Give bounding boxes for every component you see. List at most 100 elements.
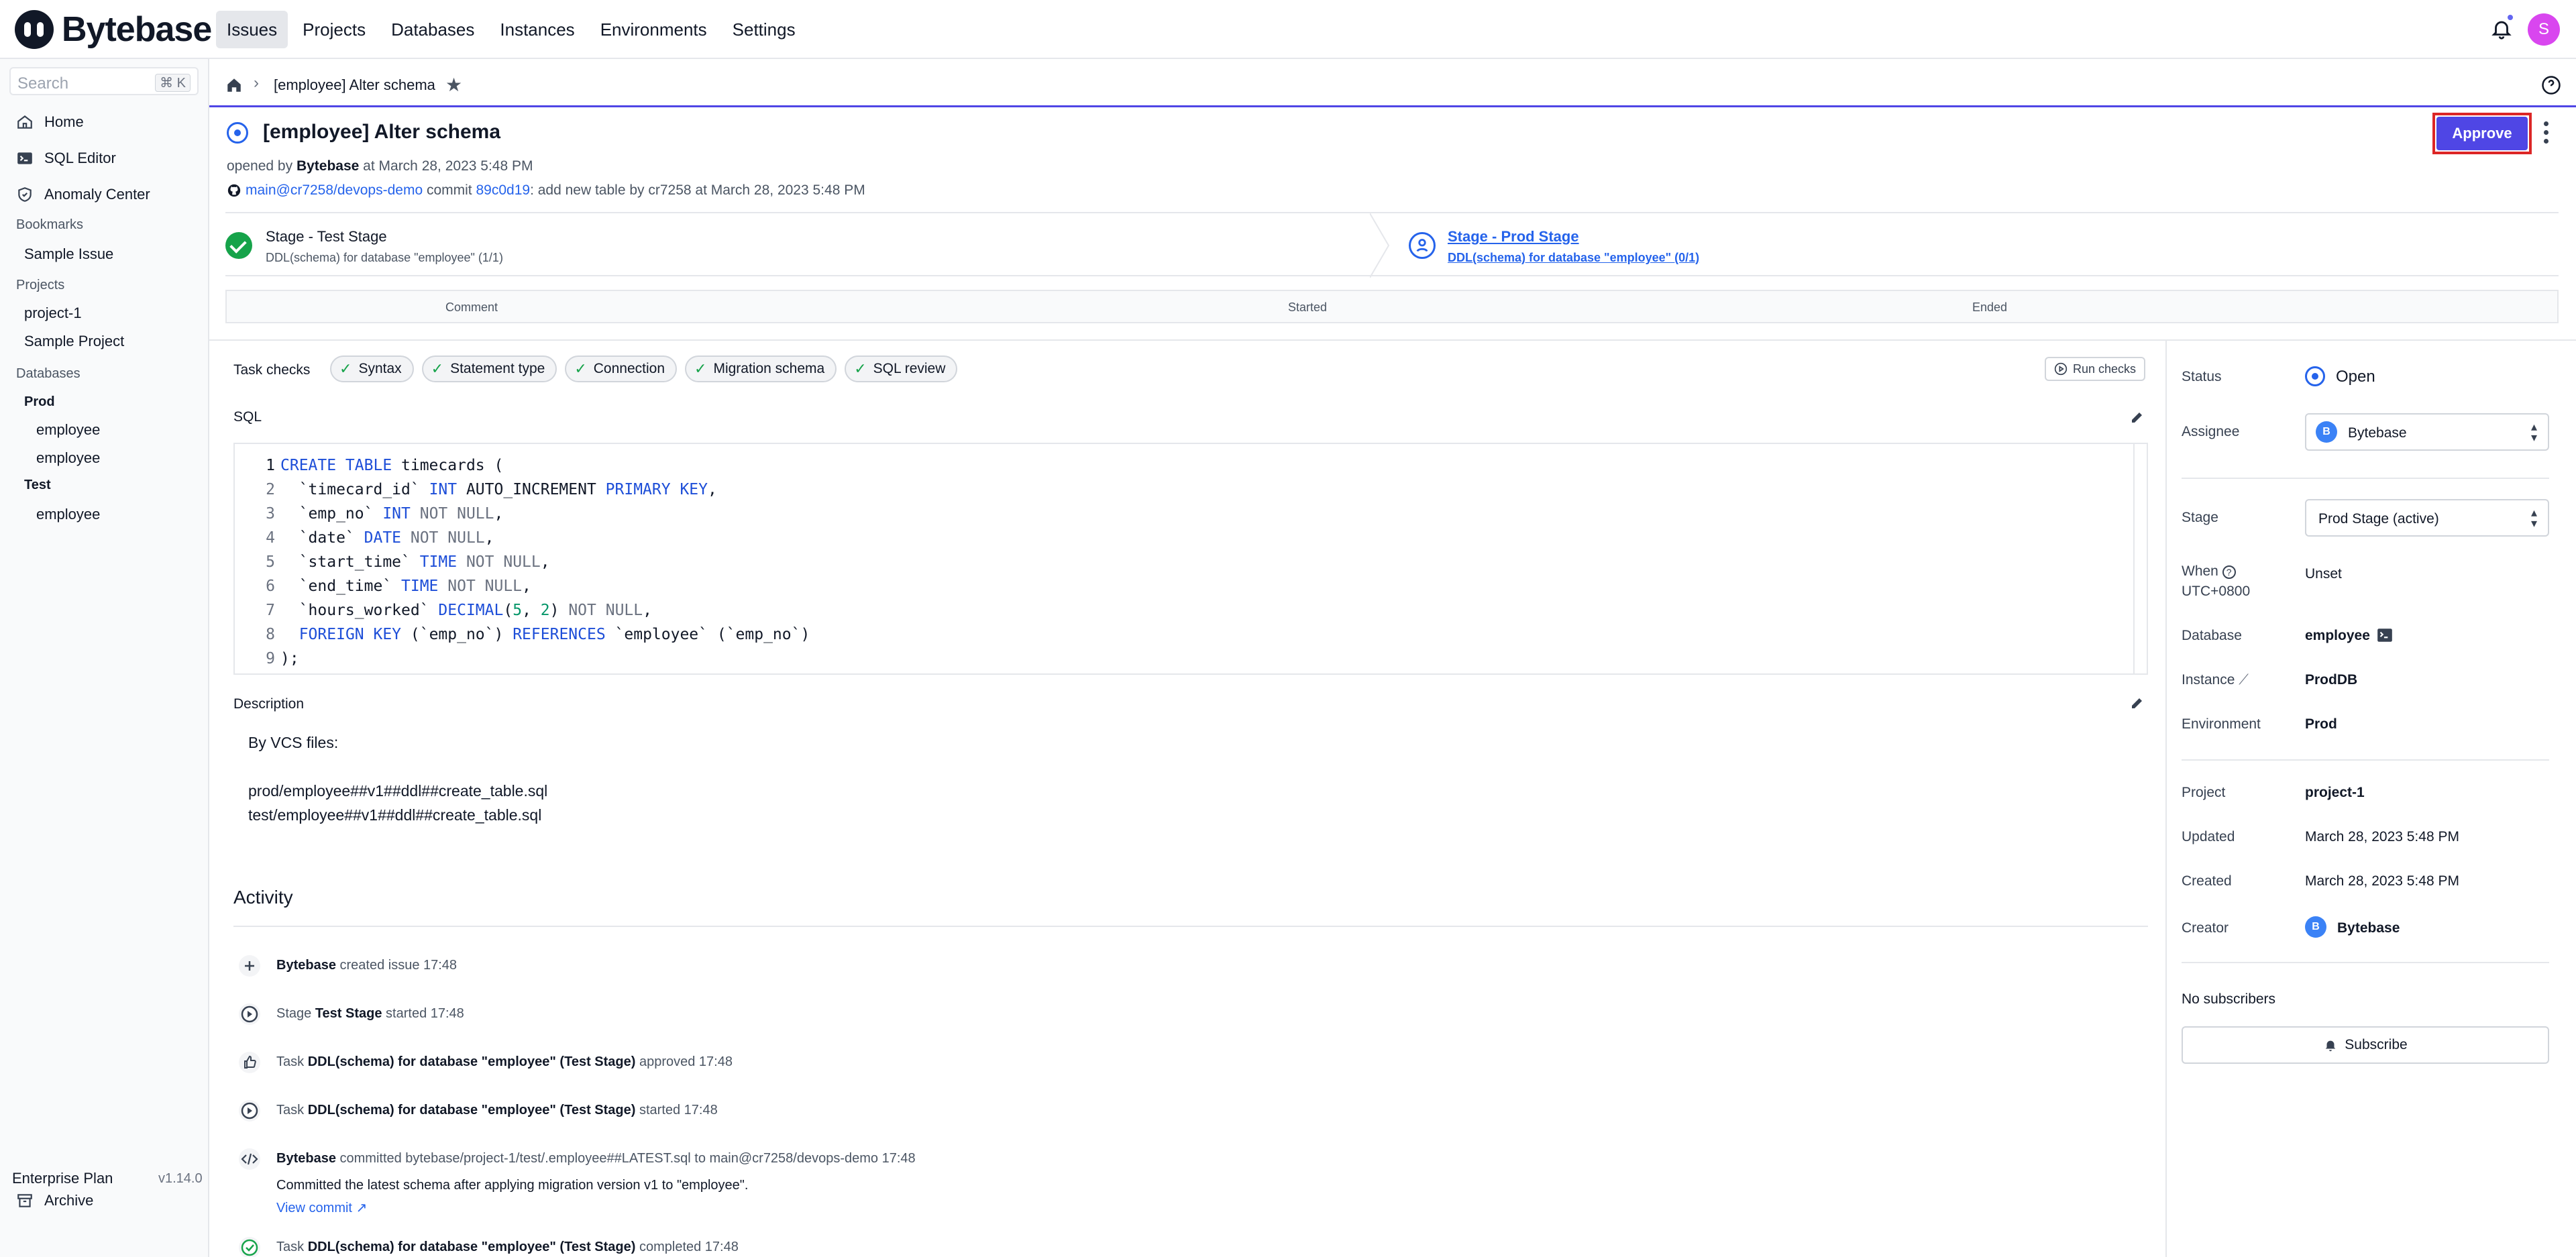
activity-subject[interactable]: DDL(schema) for database "employee" (Tes… <box>308 1054 636 1069</box>
bytebase-logo[interactable]: Bytebase <box>15 9 212 50</box>
line-number: 7 <box>266 602 275 619</box>
task-checks-label: Task checks <box>233 362 311 378</box>
description-line: prod/employee##v1##ddl##create_table.sql <box>248 782 548 800</box>
activity-pre: Task <box>276 1054 308 1069</box>
database-label: Database <box>2182 628 2242 643</box>
view-commit-link[interactable]: View commit ↗ <box>276 1199 367 1216</box>
sidebar-db-item[interactable]: employee <box>36 421 100 439</box>
user-avatar[interactable]: S <box>2528 13 2560 46</box>
sidebar-project-item[interactable]: project-1 <box>24 305 82 322</box>
issue-title[interactable]: [employee] Alter schema <box>263 121 500 144</box>
plan-label[interactable]: Enterprise Plan <box>12 1170 113 1187</box>
check-circle-icon <box>239 1237 260 1257</box>
code-line: 8 FOREIGN KEY (`emp_no`) REFERENCES `emp… <box>235 622 810 647</box>
environment-value[interactable]: Prod <box>2305 716 2337 732</box>
check-chip-sql-review[interactable]: ✓ SQL review <box>845 356 958 382</box>
subscribe-button[interactable]: Subscribe <box>2182 1026 2549 1064</box>
activity-subject[interactable]: Test Stage <box>315 1006 382 1021</box>
stage-prod-name[interactable]: Stage - Prod Stage <box>1448 228 1579 245</box>
sidebar-project-item[interactable]: Sample Project <box>24 333 124 350</box>
sidebar-item-home[interactable]: Home <box>16 110 84 134</box>
activity-title: Activity <box>233 887 293 908</box>
sidebar-item-archive[interactable]: Archive <box>16 1189 93 1213</box>
shield-icon <box>18 187 32 202</box>
nav-issues[interactable]: Issues <box>216 11 288 48</box>
project-value[interactable]: project-1 <box>2305 785 2365 801</box>
stage-divider <box>1370 213 1390 278</box>
line-number: 6 <box>266 578 275 595</box>
help-icon[interactable] <box>2541 75 2561 95</box>
breadcrumb-current: [employee] Alter schema <box>274 76 435 93</box>
check-chip-statement-type[interactable]: ✓ Statement type <box>421 356 557 382</box>
instance-label-text: Instance <box>2182 672 2235 688</box>
chip-label: Statement type <box>450 361 545 376</box>
nav-instances[interactable]: Instances <box>489 11 585 48</box>
sidebar-item-anomaly-center[interactable]: Anomaly Center <box>16 182 150 207</box>
check-chip-syntax[interactable]: ✓ Syntax <box>330 356 414 382</box>
stage-bar: Stage - Test Stage DDL(schema) for datab… <box>225 212 2559 278</box>
code-line: 9); <box>235 647 810 671</box>
activity-item: Stage Test Stage started 17:48 <box>276 1006 464 1022</box>
code-line: 1 CREATE TABLE timecards ( <box>235 453 810 478</box>
stage-active-icon <box>1409 232 1436 259</box>
stage-test-name[interactable]: Stage - Test Stage <box>266 228 387 245</box>
code-line: 3 `emp_no` INT NOT NULL, <box>235 502 810 526</box>
pencil-icon[interactable] <box>2129 695 2145 711</box>
code-line: 6 `end_time` TIME NOT NULL, <box>235 574 810 598</box>
sql-editor[interactable]: 1 CREATE TABLE timecards (2 `timecard_id`… <box>233 443 2148 675</box>
assignee-value: Bytebase <box>2348 425 2407 441</box>
play-circle-icon <box>239 1100 260 1122</box>
stage-test-task[interactable]: DDL(schema) for database "employee" (1/1… <box>266 251 503 265</box>
star-icon[interactable]: ★ <box>445 74 462 96</box>
issue-opened-meta: opened by Bytebase at March 28, 2023 5:4… <box>227 158 533 174</box>
activity-actor[interactable]: Bytebase <box>276 1151 336 1166</box>
stage-prod-task[interactable]: DDL(schema) for database "employee" (0/1… <box>1448 251 1699 265</box>
instance-value[interactable]: ProdDB <box>2305 672 2357 688</box>
env-group-prod[interactable]: Prod <box>24 394 55 410</box>
commit-message: : add new table by cr7258 at March 28, 2… <box>530 182 865 198</box>
check-chip-connection[interactable]: ✓ Connection <box>565 356 678 382</box>
help-icon[interactable]: ? <box>2222 565 2236 579</box>
activity-actor[interactable]: Bytebase <box>276 958 336 973</box>
when-value[interactable]: Unset <box>2305 566 2342 582</box>
database-value[interactable]: employee <box>2305 628 2370 644</box>
terminal-icon[interactable] <box>2376 626 2394 644</box>
run-checks-button[interactable]: Run checks <box>2045 357 2146 381</box>
line-number: 8 <box>266 626 275 643</box>
nav-environments[interactable]: Environments <box>590 11 718 48</box>
code-line: 5 `start_time` TIME NOT NULL, <box>235 550 810 574</box>
chevron-updown-icon: ▴ ▾ <box>2530 506 2537 530</box>
search-input[interactable]: Search ⌘ K <box>9 67 199 95</box>
chip-label: SQL review <box>873 361 946 376</box>
sidebar-item-sql-editor[interactable]: SQL Editor <box>16 146 116 170</box>
env-group-test[interactable]: Test <box>24 478 51 493</box>
chip-label: Connection <box>593 361 665 376</box>
bookmark-item[interactable]: Sample Issue <box>24 245 113 263</box>
code-line: 4 `date` DATE NOT NULL, <box>235 526 810 550</box>
creator-value: Bytebase <box>2337 920 2400 936</box>
home-icon[interactable] <box>225 76 243 94</box>
assignee-select[interactable]: B Bytebase ▴ ▾ <box>2305 413 2549 451</box>
sidebar-db-item[interactable]: employee <box>36 449 100 467</box>
more-options-icon[interactable] <box>2541 119 2551 146</box>
code-text: CREATE TABLE timecards ( <box>280 457 504 474</box>
sidebar-db-item[interactable]: employee <box>36 506 100 523</box>
approve-button[interactable]: Approve <box>2436 117 2528 150</box>
activity-subject[interactable]: DDL(schema) for database "employee" (Tes… <box>308 1103 636 1117</box>
stage-select[interactable]: Prod Stage (active) ▴ ▾ <box>2305 499 2549 537</box>
vcs-branch-link[interactable]: main@cr7258/devops-demo <box>246 182 423 199</box>
activity-subject[interactable]: DDL(schema) for database "employee" (Tes… <box>308 1240 636 1254</box>
nav-databases[interactable]: Databases <box>380 11 485 48</box>
sidebar-item-label: Archive <box>44 1192 94 1209</box>
col-comment: Comment <box>445 300 498 314</box>
activity-item: Task DDL(schema) for database "employee"… <box>276 1103 718 1118</box>
pencil-icon[interactable] <box>2129 409 2145 425</box>
nav-projects[interactable]: Projects <box>292 11 376 48</box>
nav-settings[interactable]: Settings <box>722 11 806 48</box>
commit-link[interactable]: 89c0d19 <box>476 182 530 199</box>
check-chip-migration-schema[interactable]: ✓ Migration schema <box>685 356 837 382</box>
activity-item: Task DDL(schema) for database "employee"… <box>276 1240 739 1255</box>
description-line: By VCS files: <box>248 734 339 751</box>
vcs-meta: main@cr7258/devops-demo commit 89c0d19 :… <box>227 182 865 199</box>
databases-heading: Databases <box>16 366 80 381</box>
